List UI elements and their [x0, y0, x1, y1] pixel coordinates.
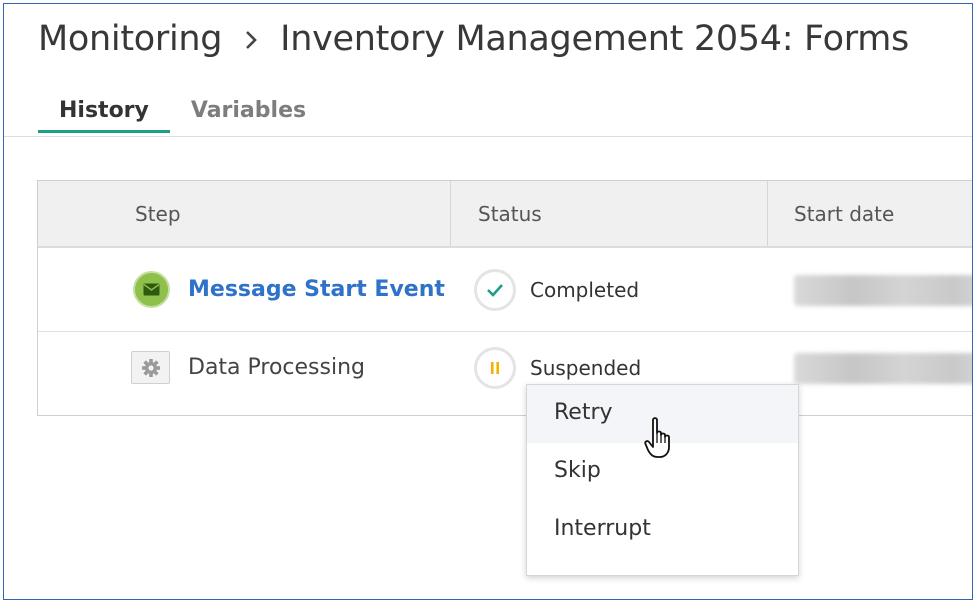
step-cell: Data Processing: [131, 326, 365, 409]
column-divider: [767, 181, 768, 246]
history-table: Step Status Start date Message Start Eve…: [37, 180, 972, 416]
step-link[interactable]: Message Start Event: [188, 277, 445, 302]
breadcrumb: Monitoring Inventory Management 2054: Fo…: [38, 16, 909, 62]
context-menu: Retry Skip Interrupt: [526, 384, 799, 576]
step-name: Data Processing: [188, 355, 365, 380]
status-cell: Completed: [474, 248, 639, 331]
tab-history[interactable]: History: [38, 92, 170, 133]
column-header-start-date[interactable]: Start date: [794, 181, 894, 246]
column-divider: [450, 181, 451, 246]
gear-icon: [131, 351, 170, 384]
menu-item-interrupt[interactable]: Interrupt: [527, 501, 798, 559]
tabs-divider: [4, 136, 972, 137]
redacted-start-date: [794, 275, 972, 306]
hand-pointer-icon: [644, 416, 674, 464]
envelope-icon: [133, 271, 170, 308]
pause-icon: [474, 346, 516, 389]
status-text: Suspended: [530, 355, 642, 380]
redacted-start-date: [794, 353, 972, 384]
column-header-step[interactable]: Step: [135, 181, 181, 246]
column-header-status[interactable]: Status: [478, 181, 542, 246]
check-icon: [474, 268, 516, 311]
table-header: Step Status Start date: [38, 181, 972, 248]
tab-bar: History Variables: [38, 92, 327, 133]
tab-variables[interactable]: Variables: [170, 92, 327, 130]
app-window: Monitoring Inventory Management 2054: Fo…: [3, 3, 973, 600]
step-cell: Message Start Event: [133, 248, 445, 331]
table-row[interactable]: Message Start Event Completed: [38, 248, 972, 332]
page-title: Inventory Management 2054: Forms: [280, 19, 909, 59]
table-row[interactable]: Data Processing Suspended: [38, 333, 972, 416]
chevron-right-icon: [222, 19, 280, 59]
breadcrumb-root[interactable]: Monitoring: [38, 19, 222, 59]
status-text: Completed: [530, 277, 640, 302]
